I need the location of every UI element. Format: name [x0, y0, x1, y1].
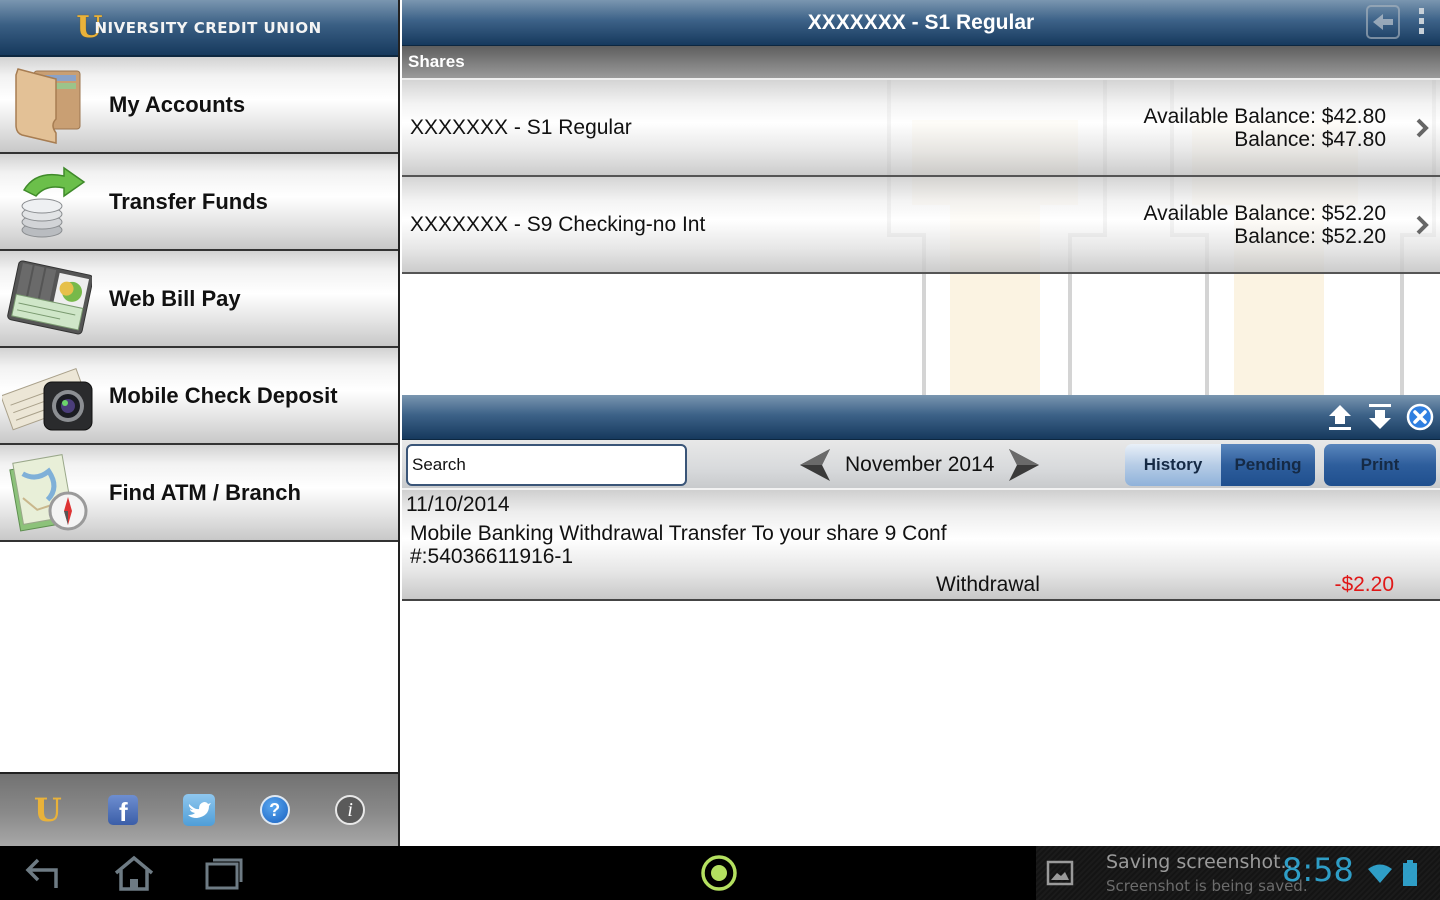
- arrow-down-icon: [1369, 404, 1391, 429]
- main-content: XXXXXXX - S1 Regular Shares XXXXXXX - S1…: [402, 0, 1440, 846]
- shares-list: XXXXXXX - S1 Regular Available Balance: …: [402, 80, 1440, 395]
- sidebar-item-my-accounts[interactable]: My Accounts: [0, 57, 398, 154]
- brand-header: U NIVERSITY CREDIT UNION: [0, 0, 398, 57]
- notification-subtitle: Screenshot is being saved.: [1106, 877, 1308, 895]
- sidebar-item-find-atm-branch[interactable]: Find ATM / Branch: [0, 445, 398, 542]
- info-icon[interactable]: i: [330, 790, 370, 830]
- transaction-description: Mobile Banking Withdrawal Transfer To yo…: [410, 522, 947, 568]
- notification-title: Saving screenshot...: [1106, 851, 1299, 873]
- tab-pending[interactable]: Pending: [1221, 444, 1315, 486]
- status-clock: 8:58: [1282, 851, 1354, 889]
- university-logo-icon[interactable]: U: [28, 790, 68, 830]
- close-panel-button[interactable]: [1406, 403, 1434, 431]
- available-balance: Available Balance: $52.20: [1143, 201, 1386, 225]
- triangle-right-icon: [1009, 449, 1040, 481]
- chevron-right-icon: [1410, 117, 1434, 139]
- account-name: XXXXXXX - S9 Checking-no Int: [410, 212, 706, 236]
- title-bar: XXXXXXX - S1 Regular: [402, 0, 1440, 46]
- triangle-left-icon: [800, 449, 830, 481]
- tab-history[interactable]: History: [1125, 444, 1221, 486]
- camera-check-icon: [0, 351, 96, 441]
- balance: Balance: $47.80: [1234, 127, 1386, 151]
- help-icon[interactable]: ?: [255, 790, 295, 830]
- page-title: XXXXXXX - S1 Regular: [807, 10, 1035, 34]
- recents-icon: [205, 858, 243, 890]
- print-button[interactable]: Print: [1324, 444, 1436, 486]
- brand-name: NIVERSITY CREDIT UNION: [94, 18, 322, 37]
- wallet-icon: [0, 60, 96, 150]
- expand-up-button[interactable]: [1326, 403, 1354, 431]
- transactions-panel: November 2014 History Pending Print 11/1…: [402, 395, 1440, 846]
- sidebar: U NIVERSITY CREDIT UNION My Accounts Tra…: [0, 0, 400, 846]
- transaction-row[interactable]: 11/10/2014 Mobile Banking Withdrawal Tra…: [402, 490, 1440, 601]
- share-account-row[interactable]: XXXXXXX - S9 Checking-no Int Available B…: [402, 177, 1440, 274]
- current-month: November 2014: [845, 453, 995, 476]
- transaction-date: 11/10/2014: [406, 493, 510, 516]
- transaction-type: Withdrawal: [936, 573, 1040, 596]
- social-footer: U f ? i: [0, 772, 398, 846]
- account-name: XXXXXXX - S1 Regular: [410, 115, 632, 139]
- back-arrow-icon: [1373, 14, 1393, 30]
- close-icon: [1406, 403, 1434, 431]
- previous-month-button[interactable]: [797, 446, 833, 484]
- search-input[interactable]: [406, 444, 687, 486]
- sidebar-item-label: Web Bill Pay: [109, 285, 241, 311]
- back-button[interactable]: [1366, 5, 1400, 39]
- month-navigator: November 2014: [797, 446, 1042, 484]
- sidebar-item-label: Transfer Funds: [109, 188, 268, 214]
- home-icon: [114, 855, 154, 891]
- battery-icon: [1403, 860, 1417, 886]
- transfer-coins-icon: [0, 157, 96, 247]
- app-window: U NIVERSITY CREDIT UNION My Accounts Tra…: [0, 0, 1440, 846]
- system-navigation-bar: Saving screenshot... Screenshot is being…: [0, 846, 1440, 900]
- account-balances: Available Balance: $42.80 Balance: $47.8…: [1144, 105, 1386, 151]
- sidebar-item-transfer-funds[interactable]: Transfer Funds: [0, 154, 398, 251]
- shares-label: Shares: [408, 52, 465, 71]
- twitter-icon[interactable]: [179, 790, 219, 830]
- chevron-right-icon: [1410, 214, 1434, 236]
- transactions-filter-bar: November 2014 History Pending Print: [402, 440, 1440, 490]
- transactions-toolbar: [402, 395, 1440, 440]
- system-recents-button[interactable]: [194, 852, 254, 894]
- sidebar-item-mobile-check-deposit[interactable]: Mobile Check Deposit: [0, 348, 398, 445]
- system-back-button[interactable]: [14, 852, 74, 894]
- sidebar-item-label: My Accounts: [109, 91, 246, 117]
- arrow-up-icon: [1329, 405, 1351, 430]
- transaction-amount: -$2.20: [1334, 573, 1394, 596]
- shares-section-header: Shares: [402, 46, 1440, 80]
- map-compass-icon: [0, 448, 96, 538]
- system-home-button[interactable]: [104, 852, 164, 894]
- balance: Balance: $52.20: [1234, 224, 1386, 248]
- facebook-icon[interactable]: f: [103, 790, 143, 830]
- status-notification-area[interactable]: Saving screenshot... Screenshot is being…: [1036, 846, 1440, 900]
- sidebar-item-label: Mobile Check Deposit: [109, 382, 338, 408]
- overflow-menu-button[interactable]: [1416, 8, 1426, 34]
- sidebar-item-web-bill-pay[interactable]: Web Bill Pay: [0, 251, 398, 348]
- next-month-button[interactable]: [1006, 446, 1042, 484]
- account-balances: Available Balance: $52.20 Balance: $52.2…: [1144, 202, 1386, 248]
- back-icon: [25, 858, 58, 888]
- history-pending-toggle: History Pending: [1125, 444, 1315, 486]
- wifi-icon: [1368, 864, 1392, 883]
- image-icon: [1046, 860, 1074, 886]
- collapse-down-button[interactable]: [1366, 403, 1394, 431]
- checkbook-icon: [0, 254, 96, 344]
- available-balance: Available Balance: $42.80: [1143, 104, 1386, 128]
- share-account-row[interactable]: XXXXXXX - S1 Regular Available Balance: …: [402, 80, 1440, 177]
- app-drawer-button[interactable]: [689, 852, 749, 894]
- sidebar-item-label: Find ATM / Branch: [109, 479, 301, 505]
- home-ring-icon: [701, 855, 737, 891]
